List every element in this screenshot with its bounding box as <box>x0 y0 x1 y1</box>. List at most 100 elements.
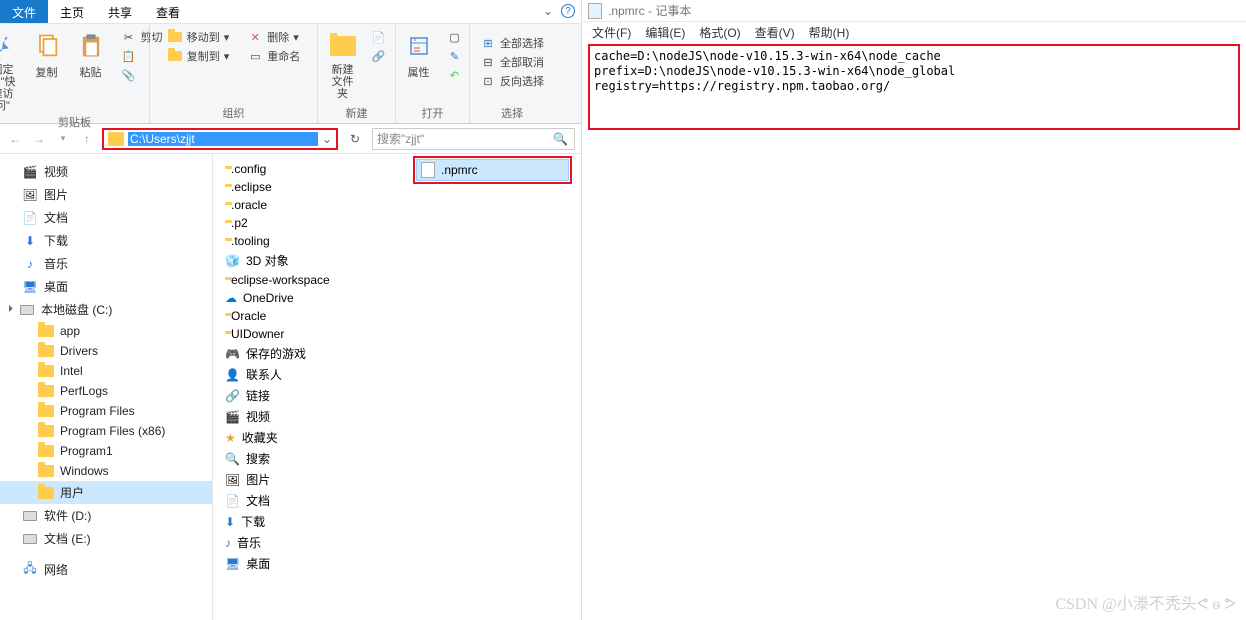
help-icon[interactable]: ? <box>561 4 575 18</box>
nav-windows[interactable]: Windows <box>0 461 212 481</box>
list-item[interactable]: ★收藏夹 <box>221 427 411 448</box>
up-button[interactable]: ↑ <box>78 130 96 148</box>
list-item[interactable]: .tooling <box>221 232 411 250</box>
list-item[interactable]: .eclipse <box>221 178 411 196</box>
nav-pictures[interactable]: 🖼图片 <box>0 183 212 206</box>
list-item[interactable]: Oracle <box>221 307 411 325</box>
list-item[interactable]: .oracle <box>221 196 411 214</box>
tab-file[interactable]: 文件 <box>0 0 48 23</box>
file-list[interactable]: .config.eclipse.oracle.p2.tooling🧊3D 对象e… <box>213 154 581 620</box>
list-item[interactable]: eclipse-workspace <box>221 271 411 289</box>
list-item[interactable]: 👤联系人 <box>221 364 411 385</box>
tab-view[interactable]: 查看 <box>144 0 192 23</box>
watermark: CSDN @小漛不秃头ᕙ ѳ ᕗ <box>1055 590 1236 614</box>
nav-perflogs[interactable]: PerfLogs <box>0 381 212 401</box>
list-item[interactable]: 🖼图片 <box>221 469 411 490</box>
nav-drivers[interactable]: Drivers <box>0 341 212 361</box>
documents-icon: 📄 <box>22 211 38 225</box>
refresh-button[interactable]: ↻ <box>344 128 366 150</box>
nav-downloads[interactable]: ⬇下载 <box>0 229 212 252</box>
copyto-icon <box>167 48 183 64</box>
list-item[interactable]: ⬇下载 <box>221 511 411 532</box>
list-item[interactable]: 🔗链接 <box>221 385 411 406</box>
search-input[interactable]: 搜索"zjjt" 🔍 <box>372 128 575 150</box>
rename-icon: ▭ <box>247 48 263 64</box>
list-item[interactable]: 🎬视频 <box>221 406 411 427</box>
list-item[interactable]: ☁OneDrive <box>221 289 411 307</box>
newfolder-button[interactable]: 新建 文件夹 <box>323 28 363 102</box>
nav-network[interactable]: 🖧网络 <box>0 558 212 581</box>
pin-button[interactable]: 固定到"快 速访问" <box>0 28 23 114</box>
delete-button[interactable]: ✕删除 ▾ <box>243 28 304 46</box>
group-organize-label: 组织 <box>223 105 245 121</box>
address-input-wrapper[interactable]: ⌄ <box>102 128 338 150</box>
nav-intel[interactable]: Intel <box>0 361 212 381</box>
nav-desktop[interactable]: 🖥桌面 <box>0 275 212 298</box>
selectnone-button[interactable]: ⊟全部取消 <box>476 53 548 71</box>
drive-icon <box>19 303 35 317</box>
newitem-button[interactable]: 📄 <box>367 28 391 46</box>
delete-icon: ✕ <box>247 29 263 45</box>
forward-button[interactable]: → <box>30 130 48 148</box>
paste-button[interactable]: 粘贴 <box>71 28 111 114</box>
item-icon: 🔗 <box>225 389 240 403</box>
item-icon: 🎮 <box>225 347 240 361</box>
copy-button[interactable]: 复制 <box>27 28 67 114</box>
properties-button[interactable]: 属性 <box>399 28 439 84</box>
menu-format[interactable]: 格式(O) <box>699 24 740 40</box>
list-item[interactable]: 🧊3D 对象 <box>221 250 411 271</box>
list-item[interactable]: 📄文档 <box>221 490 411 511</box>
history-button[interactable]: ↶ <box>443 66 467 84</box>
nav-program1[interactable]: Program1 <box>0 441 212 461</box>
selectall-button[interactable]: ⊞全部选择 <box>476 34 548 52</box>
list-item[interactable]: 🎮保存的游戏 <box>221 343 411 364</box>
pin-icon <box>0 30 19 62</box>
moveto-button[interactable]: 移动到 ▾ <box>163 28 234 46</box>
menu-view[interactable]: 查看(V) <box>755 24 795 40</box>
nav-cdrive[interactable]: ⏵本地磁盘 (C:) <box>0 298 212 321</box>
rename-button[interactable]: ▭重命名 <box>243 47 304 65</box>
list-item[interactable]: .config <box>221 160 411 178</box>
pictures-icon: 🖼 <box>22 188 38 202</box>
file-npmrc[interactable]: .npmrc <box>416 159 569 181</box>
list-item[interactable]: ♪音乐 <box>221 532 411 553</box>
item-icon: 📄 <box>225 494 240 508</box>
edit-button[interactable]: ✎ <box>443 47 467 65</box>
properties-icon <box>403 30 435 62</box>
back-button[interactable]: ← <box>6 130 24 148</box>
invertsel-button[interactable]: ⊡反向选择 <box>476 72 548 90</box>
open-button[interactable]: ▢ <box>443 28 467 46</box>
easyaccess-button[interactable]: 🔗 <box>367 47 391 65</box>
tab-home[interactable]: 主页 <box>48 0 96 23</box>
list-item[interactable]: .p2 <box>221 214 411 232</box>
copyto-button[interactable]: 复制到 ▾ <box>163 47 234 65</box>
list-item[interactable]: 🔍搜索 <box>221 448 411 469</box>
item-icon: ☁ <box>225 291 237 305</box>
chevron-down-icon[interactable]: ⌄ <box>322 132 332 146</box>
menu-file[interactable]: 文件(F) <box>592 24 631 40</box>
navigation-pane[interactable]: 🎬视频 🖼图片 📄文档 ⬇下载 ♪音乐 🖥桌面 ⏵本地磁盘 (C:) app D… <box>0 154 213 620</box>
address-input[interactable] <box>128 132 318 146</box>
notepad-titlebar: .npmrc - 记事本 <box>582 0 1246 22</box>
nav-video[interactable]: 🎬视频 <box>0 160 212 183</box>
chevron-down-icon[interactable]: ⌄ <box>543 4 553 18</box>
nav-documents[interactable]: 📄文档 <box>0 206 212 229</box>
nav-programfilesx86[interactable]: Program Files (x86) <box>0 421 212 441</box>
nav-users[interactable]: 用户 <box>0 481 212 504</box>
nav-ddrive[interactable]: 软件 (D:) <box>0 504 212 527</box>
recent-button[interactable]: ▾ <box>54 130 72 148</box>
file-explorer: 文件 主页 共享 查看 ⌄ ? 固定到"快 速访问" 复制 粘贴 <box>0 0 582 620</box>
tab-share[interactable]: 共享 <box>96 0 144 23</box>
menu-help[interactable]: 帮助(H) <box>809 24 850 40</box>
item-icon: 🖼 <box>225 473 240 487</box>
folder-icon <box>108 132 124 146</box>
group-clipboard-label: 剪贴板 <box>58 114 91 130</box>
nav-music[interactable]: ♪音乐 <box>0 252 212 275</box>
nav-programfiles[interactable]: Program Files <box>0 401 212 421</box>
nav-app[interactable]: app <box>0 321 212 341</box>
notepad-content[interactable]: cache=D:\nodeJS\node-v10.15.3-win-x64\no… <box>588 44 1240 130</box>
nav-edrive[interactable]: 文档 (E:) <box>0 527 212 550</box>
menu-edit[interactable]: 编辑(E) <box>645 24 685 40</box>
list-item[interactable]: UIDowner <box>221 325 411 343</box>
list-item[interactable]: 🖥桌面 <box>221 553 411 574</box>
